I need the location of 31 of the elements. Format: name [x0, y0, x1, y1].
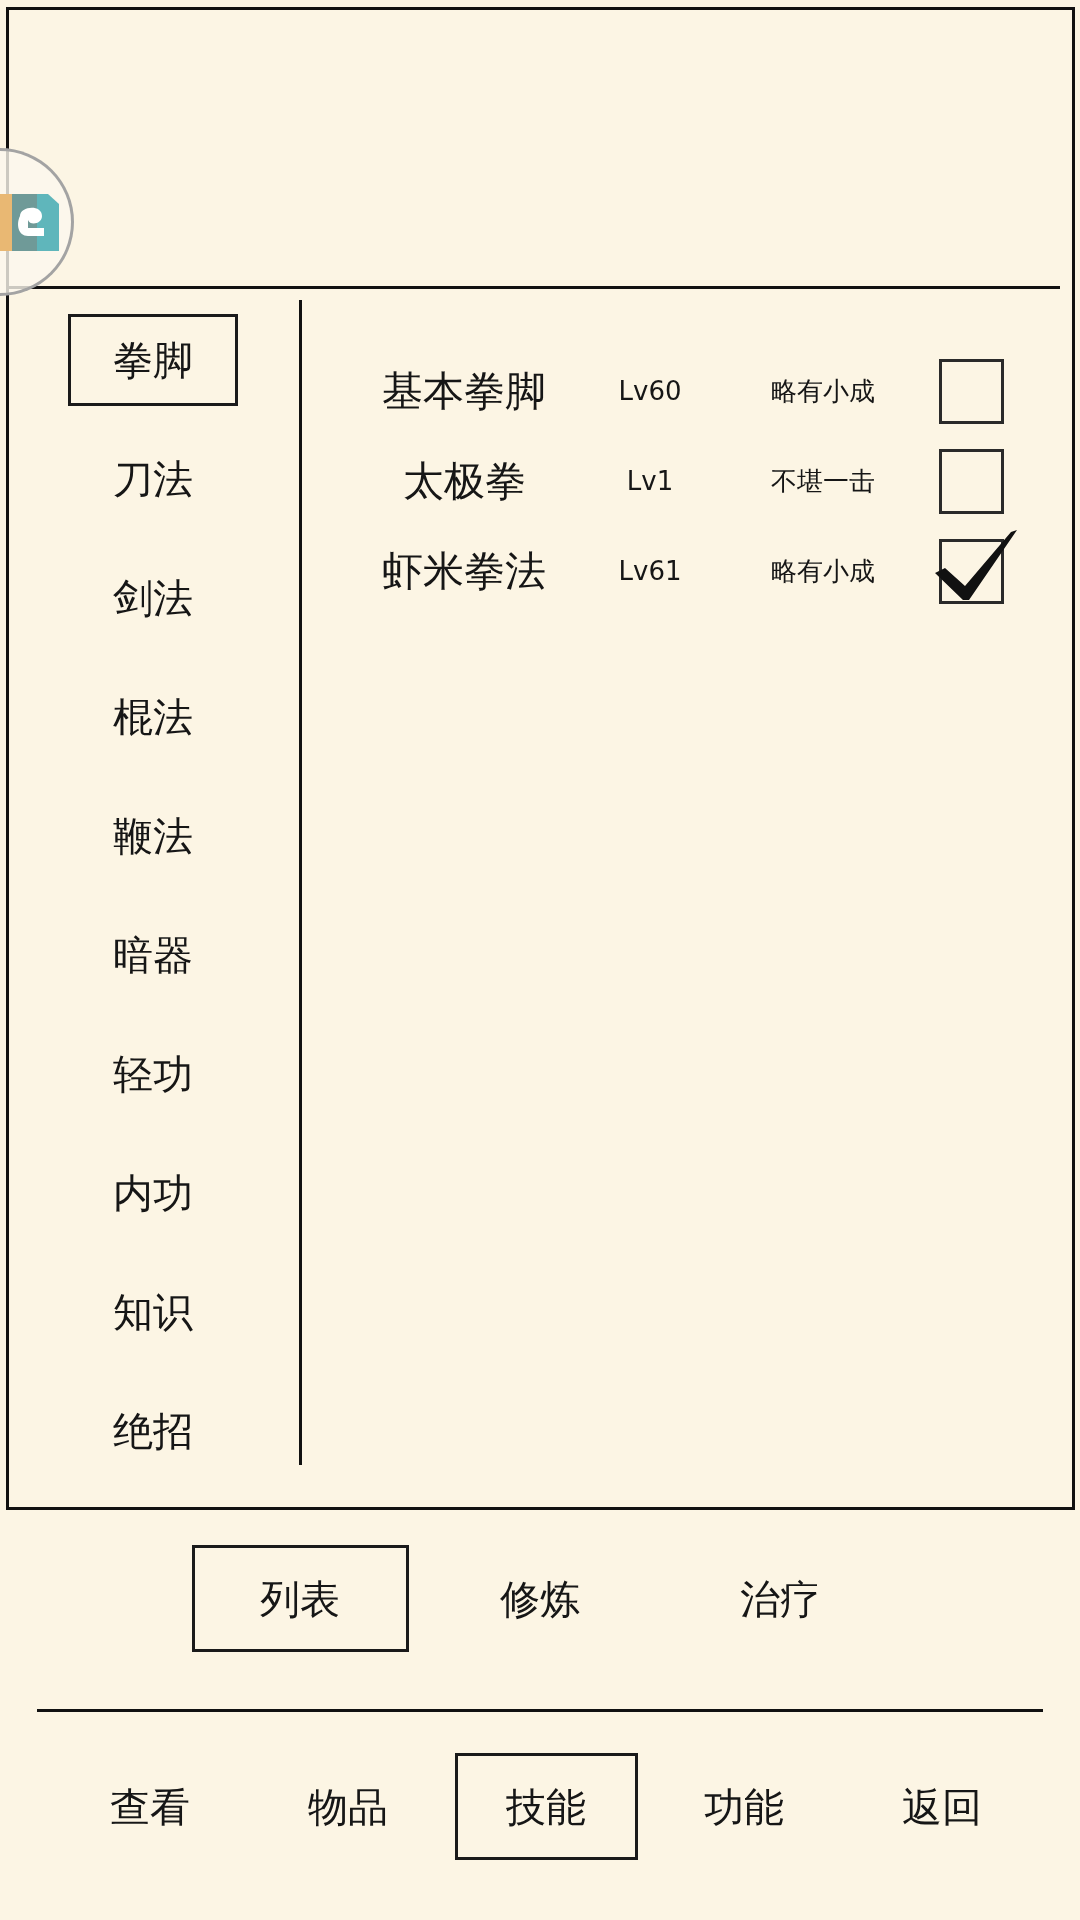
skill-rank: 不堪一击 [771, 468, 875, 494]
nav-tab[interactable]: 返回 [902, 1786, 982, 1827]
category-tab[interactable]: 绝招 [113, 1410, 193, 1451]
skill-name: 太极拳 [402, 460, 526, 502]
skill-rank: 略有小成 [771, 378, 875, 404]
checkbox[interactable] [939, 358, 1004, 424]
logo-icon [0, 193, 59, 251]
category-tab[interactable]: 拳脚 [68, 313, 238, 406]
category-tab[interactable]: 鞭法 [113, 815, 193, 856]
skill-level: Lv1 [626, 468, 674, 494]
sub-tab[interactable]: 修炼 [500, 1578, 580, 1619]
category-tab[interactable]: 刀法 [113, 458, 193, 499]
skill-name: 虾米拳法 [382, 550, 546, 592]
nav-tab[interactable]: 查看 [110, 1786, 190, 1827]
category-tab[interactable]: 剑法 [113, 577, 193, 618]
checkbox[interactable] [939, 448, 1004, 514]
nav-tab[interactable]: 物品 [308, 1786, 388, 1827]
category-tab[interactable]: 内功 [113, 1172, 193, 1213]
skill-level: Lv60 [618, 378, 682, 404]
nav-tab[interactable]: 功能 [704, 1786, 784, 1827]
category-tab[interactable]: 棍法 [113, 696, 193, 737]
category-tab[interactable]: 知识 [113, 1291, 193, 1332]
sub-tab[interactable]: 治疗 [740, 1578, 820, 1619]
skill-name: 基本拳脚 [382, 370, 546, 412]
skill-rank: 略有小成 [771, 558, 875, 584]
category-tab[interactable]: 轻功 [113, 1053, 193, 1094]
skill-level: Lv61 [618, 558, 682, 584]
category-tab[interactable]: 暗器 [113, 934, 193, 975]
checkmark-icon [935, 529, 1017, 600]
nav-tab[interactable]: 技能 [454, 1753, 638, 1860]
sub-tab[interactable]: 列表 [191, 1545, 409, 1652]
